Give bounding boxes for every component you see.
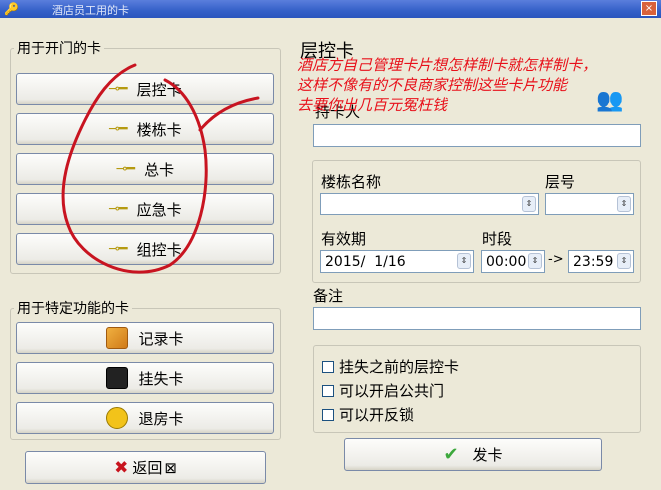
building-card-button[interactable]: ⊸━ 楼栋卡 — [16, 113, 274, 145]
building-label: 楼栋名称 — [321, 173, 382, 191]
chevron-updown-icon[interactable]: ⇕ — [617, 253, 631, 269]
building-select[interactable]: ⇕ — [320, 193, 539, 215]
key-icon: ⊸━ — [108, 201, 127, 217]
group-card-button[interactable]: ⊸━ 组控卡 — [16, 233, 274, 265]
building-card-label: 楼栋卡 — [136, 120, 182, 139]
annotation-text: 酒店方自己管理卡片想怎样制卡就怎样制卡， 这样不像有的不良商家控制这些卡片功能 … — [297, 55, 657, 115]
chevron-updown-icon[interactable]: ⇕ — [617, 196, 631, 212]
floor-label: 层号 — [545, 173, 576, 191]
walking-person-icon — [106, 407, 129, 429]
close-icon[interactable]: × — [641, 1, 657, 16]
floor-select[interactable]: ⇕ — [545, 193, 634, 215]
spin-icon[interactable]: ⇕ — [528, 253, 542, 269]
key-icon: ⊸━ — [108, 81, 127, 97]
cross-icon: ✖ — [114, 457, 129, 478]
emergency-card-button[interactable]: ⊸━ 应急卡 — [16, 193, 274, 225]
annotation-line: 酒店方自己管理卡片想怎样制卡就怎样制卡， — [297, 56, 598, 74]
option-report-loss-label: 挂失之前的层控卡 — [339, 358, 460, 376]
option-deadlock-label: 可以开反锁 — [339, 406, 415, 424]
checkbox[interactable] — [322, 360, 334, 373]
checkout-card-button[interactable]: 退房卡 — [16, 402, 274, 434]
time-arrow: -> — [548, 252, 564, 267]
key-icon: ⊸━ — [108, 241, 127, 257]
annotation-line: 这样不像有的不良商家控制这些卡片功能 — [297, 76, 568, 94]
back-label: 返回 — [132, 459, 163, 477]
record-card-label: 记录卡 — [138, 329, 184, 348]
group-card-label: 组控卡 — [136, 240, 182, 259]
title-bar: 🔑 酒店员工用的卡 × — [0, 0, 661, 18]
open-cards-label: 用于开门的卡 — [14, 38, 104, 58]
option-public-door[interactable]: 可以开启公共门 — [322, 380, 444, 401]
emergency-card-label: 应急卡 — [136, 200, 182, 219]
time-to-input[interactable]: 23:59 ⇕ — [568, 250, 634, 273]
record-icon — [106, 327, 129, 349]
function-cards-label: 用于特定功能的卡 — [14, 298, 132, 318]
key-icon: ⊸━ — [108, 121, 127, 137]
back-button[interactable]: ✖ 返回 ⊠ — [25, 451, 266, 484]
validity-label: 有效期 — [321, 230, 367, 248]
loss-card-label: 挂失卡 — [138, 369, 184, 388]
floor-card-button[interactable]: ⊸━ 层控卡 — [16, 73, 274, 105]
time-to-value: 23:59 — [573, 253, 614, 270]
master-card-button[interactable]: ⊸━ 总卡 — [16, 153, 274, 185]
floor-card-label: 层控卡 — [136, 80, 182, 99]
remark-label: 备注 — [313, 287, 344, 305]
option-report-loss[interactable]: 挂失之前的层控卡 — [322, 356, 459, 377]
issue-card-button[interactable]: ✔ 发卡 — [344, 438, 602, 471]
chevron-updown-icon[interactable]: ⇕ — [522, 196, 536, 212]
card-reader-icon — [106, 367, 129, 389]
validity-value: 2015/ 1/16 — [325, 253, 406, 270]
key-icon: ⊸━ — [115, 161, 135, 177]
option-public-door-label: 可以开启公共门 — [339, 382, 445, 400]
check-icon: ✔ — [443, 444, 459, 465]
checkbox[interactable] — [322, 384, 334, 397]
checkbox[interactable] — [322, 408, 334, 421]
option-deadlock[interactable]: 可以开反锁 — [322, 404, 414, 425]
time-label: 时段 — [482, 230, 513, 248]
remark-input[interactable] — [313, 307, 641, 330]
window-title: 酒店员工用的卡 — [52, 4, 129, 17]
loss-card-button[interactable]: 挂失卡 — [16, 362, 274, 394]
holder-input[interactable] — [313, 124, 641, 147]
checkout-card-label: 退房卡 — [138, 409, 184, 428]
time-from-value: 00:00 — [486, 253, 527, 270]
record-card-button[interactable]: 记录卡 — [16, 322, 274, 354]
door-icon: ⊠ — [164, 458, 177, 477]
master-card-label: 总卡 — [144, 160, 175, 179]
annotation-line: 去要你出几百元冤枉钱 — [297, 96, 448, 114]
validity-date-picker[interactable]: 2015/ 1/16 ⇕ — [320, 250, 474, 273]
issue-card-label: 发卡 — [472, 446, 503, 464]
key-icon: 🔑 — [4, 2, 19, 16]
chevron-updown-icon[interactable]: ⇕ — [457, 253, 471, 269]
time-from-input[interactable]: 00:00 ⇕ — [481, 250, 545, 273]
